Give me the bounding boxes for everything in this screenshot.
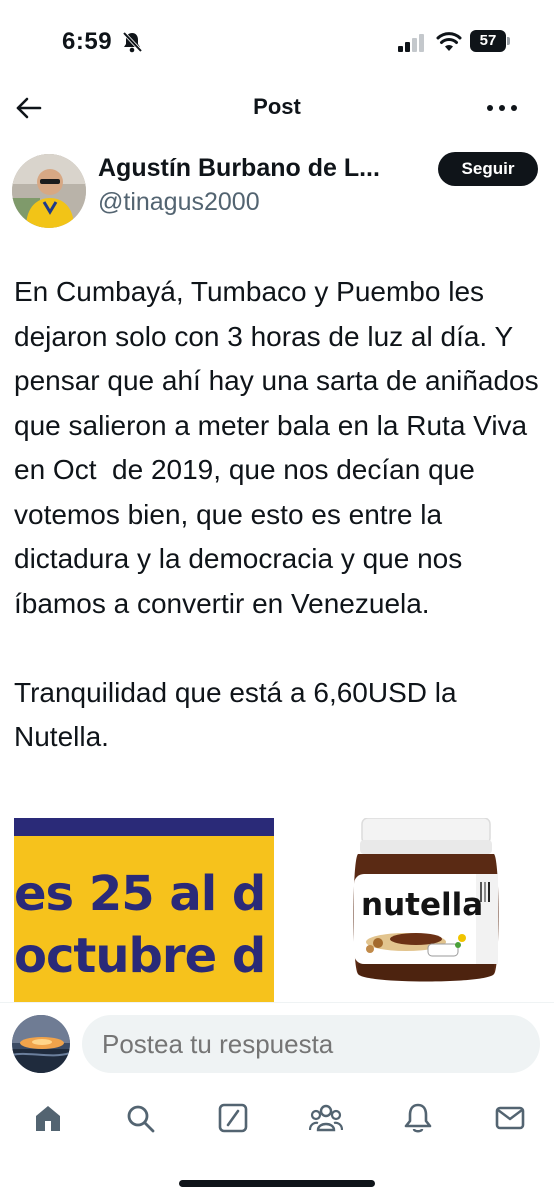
communities-icon[interactable] <box>308 1102 344 1134</box>
battery-icon: 57 <box>470 30 510 52</box>
banner-text-line1: es 25 al d <box>14 866 266 922</box>
search-icon[interactable] <box>124 1102 156 1134</box>
battery-tip <box>507 37 510 45</box>
home-icon[interactable] <box>32 1102 64 1134</box>
wifi-icon <box>436 31 462 53</box>
notifications-icon[interactable] <box>402 1102 434 1134</box>
reply-input[interactable] <box>82 1015 540 1073</box>
messages-icon[interactable] <box>494 1102 526 1134</box>
banner-text-line2: octubre d <box>14 928 266 984</box>
battery-level: 57 <box>470 30 506 52</box>
user-avatar[interactable] <box>12 1015 70 1073</box>
status-time: 6:59 <box>62 28 113 55</box>
post-author: Agustín Burbano de L... @tinagus2000 Seg… <box>12 152 542 232</box>
grok-icon[interactable] <box>217 1102 249 1134</box>
bell-off-icon <box>122 31 143 53</box>
nutella-brand-text: nutella <box>361 887 483 923</box>
media-image-banner[interactable]: es 25 al d octubre d <box>14 818 274 1002</box>
follow-button[interactable]: Seguir <box>438 152 538 186</box>
author-handle[interactable]: @tinagus2000 <box>98 188 260 217</box>
author-name[interactable]: Agustín Burbano de L... <box>98 154 428 183</box>
signal-icon <box>398 34 426 52</box>
media-image-nutella[interactable]: nutella <box>278 818 540 1002</box>
post-header: Post <box>0 84 554 132</box>
page-title: Post <box>253 94 301 119</box>
post-text: En Cumbayá, Tumbaco y Puembo les dejaron… <box>14 276 539 752</box>
more-options-icon[interactable] <box>484 94 520 122</box>
status-bar: 6:59 57 <box>0 0 554 84</box>
reply-bar <box>0 1002 554 1084</box>
home-indicator <box>179 1180 375 1187</box>
author-avatar[interactable] <box>12 154 86 228</box>
